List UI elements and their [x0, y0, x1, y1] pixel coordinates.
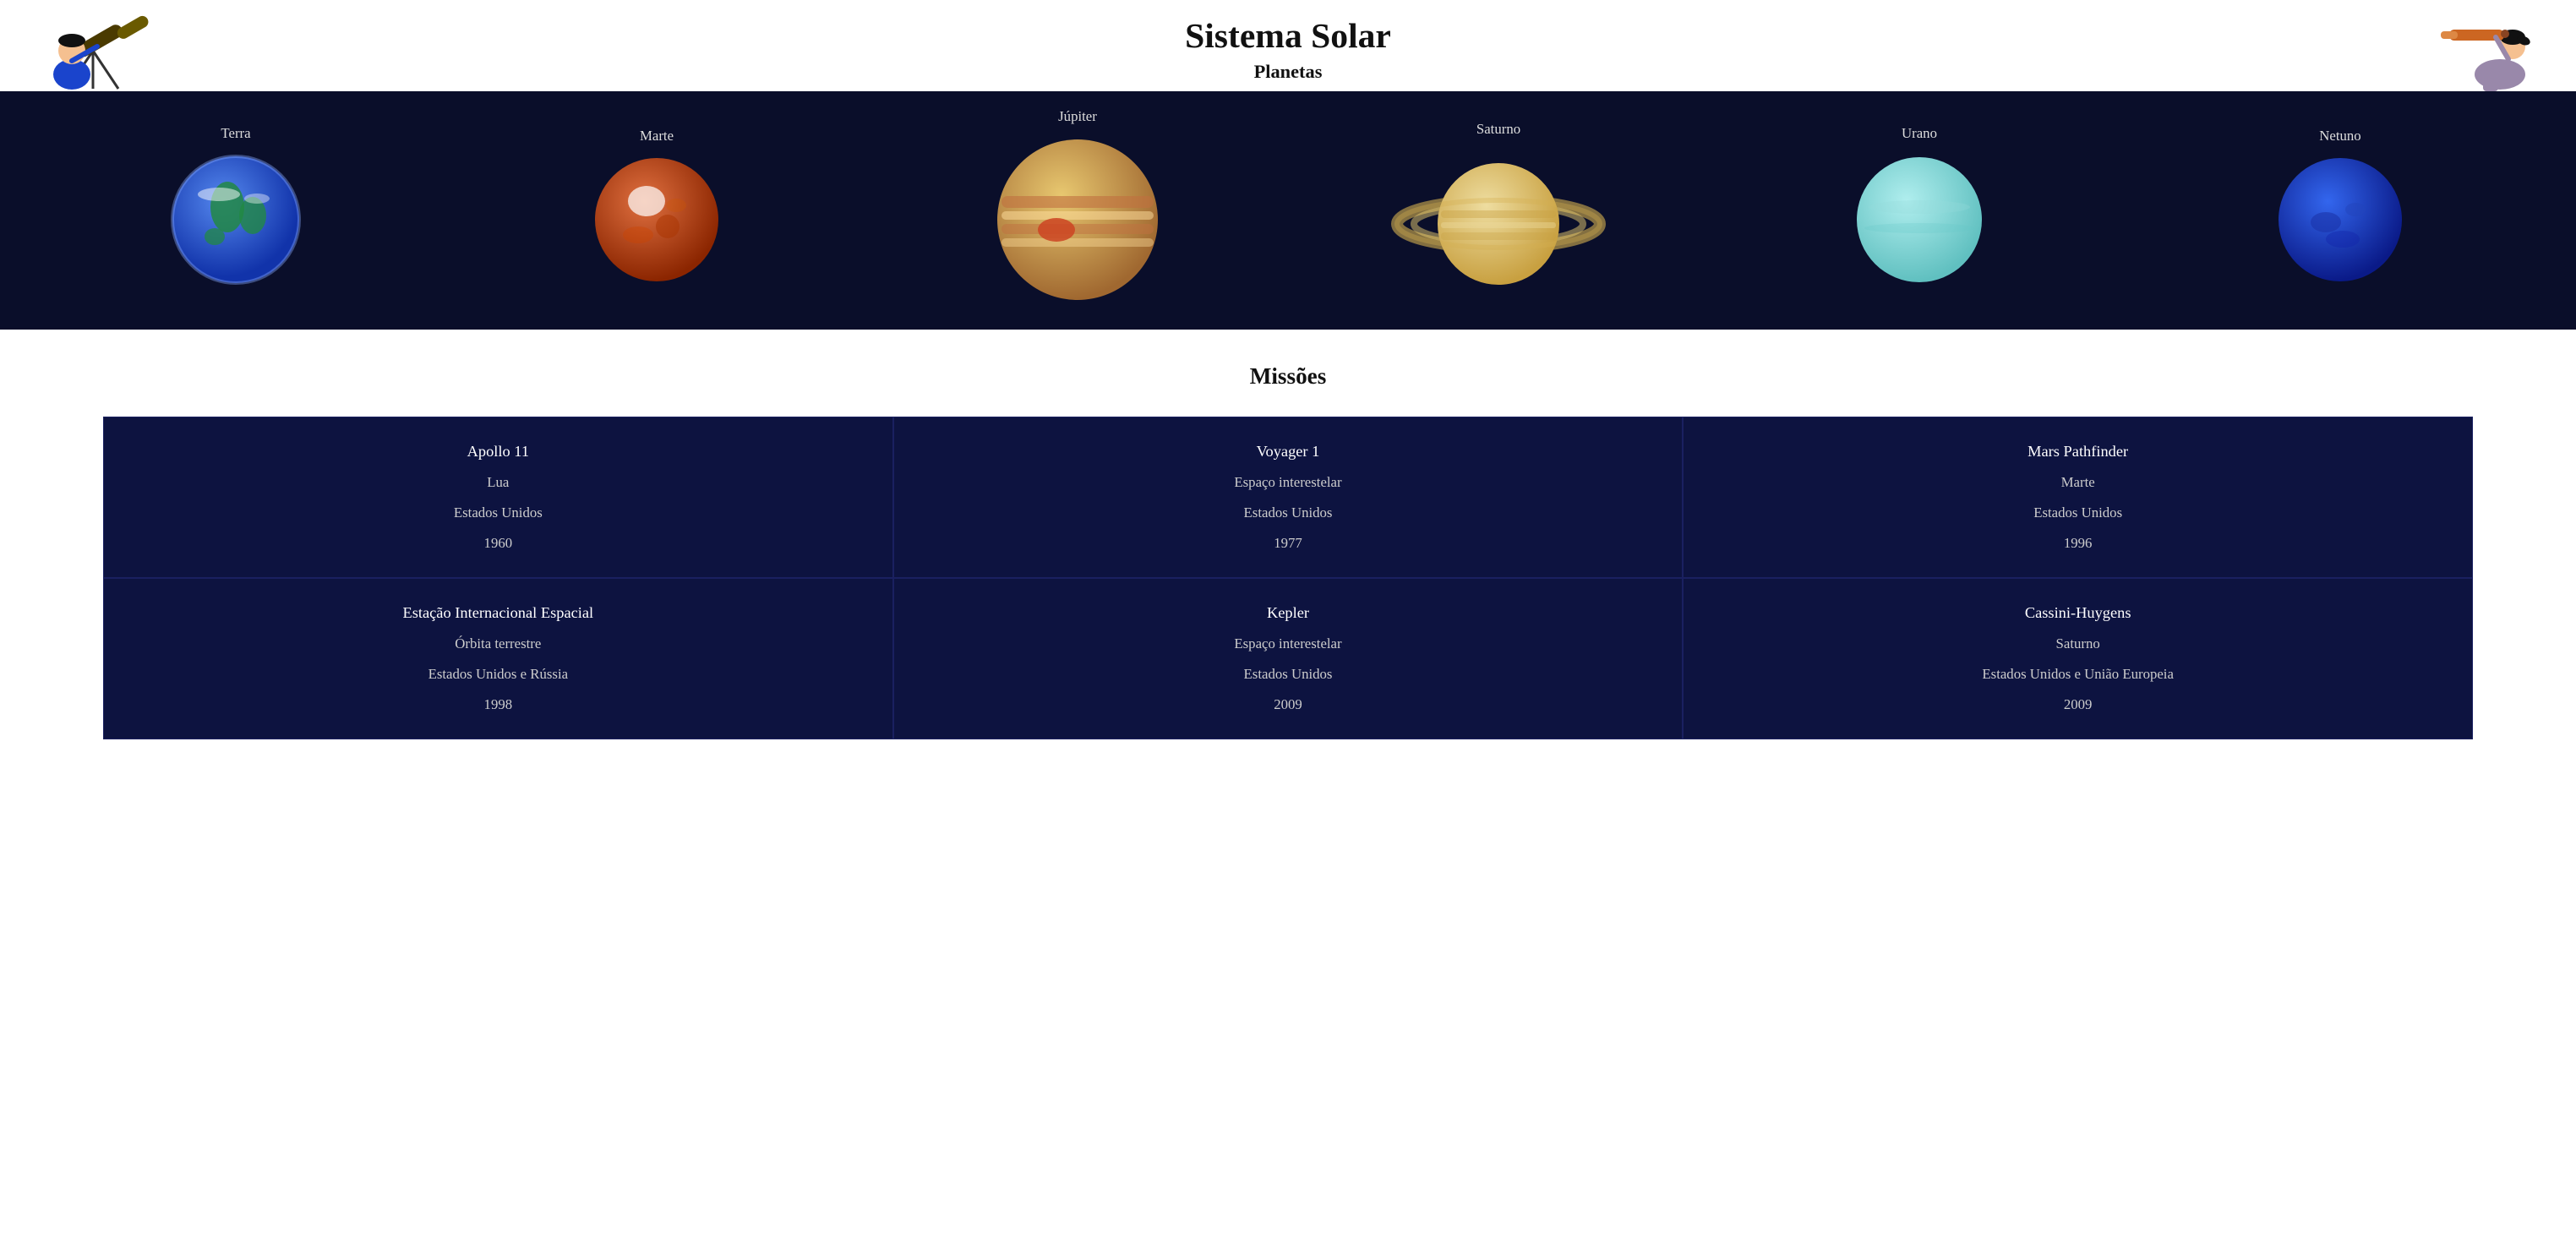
planet-item-terra[interactable]: Terra — [25, 125, 446, 287]
mission-destination: Espaço interestelar — [911, 635, 1666, 652]
planet-strip[interactable]: Terra Ma — [0, 91, 2576, 330]
planet-item-jupiter[interactable]: Júpiter — [867, 108, 1288, 304]
mission-card-4[interactable]: Kepler Espaço interestelar Estados Unido… — [893, 578, 1684, 739]
mission-name: Mars Pathfinder — [1700, 443, 2455, 461]
planet-item-marte[interactable]: Marte — [446, 128, 867, 286]
mission-year: 1996 — [1700, 535, 2455, 552]
mission-destination: Marte — [1700, 474, 2455, 491]
mission-country: Estados Unidos — [1700, 504, 2455, 521]
mission-year: 1960 — [121, 535, 876, 552]
missions-title: Missões — [101, 363, 2475, 390]
mission-country: Estados Unidos — [911, 666, 1666, 683]
planet-item-saturno[interactable]: Saturno — [1288, 121, 1709, 292]
mission-destination: Lua — [121, 474, 876, 491]
mission-year: 2009 — [1700, 696, 2455, 713]
mission-year: 1977 — [911, 535, 1666, 552]
missions-section: Missões Apollo 11 Lua Estados Unidos 196… — [0, 330, 2576, 775]
planet-item-urano[interactable]: Urano — [1709, 125, 2130, 287]
planet-list: Terra Ma — [0, 108, 2576, 304]
mission-card-5[interactable]: Cassini-Huygens Saturno Estados Unidos e… — [1683, 578, 2473, 739]
mission-name: Kepler — [911, 604, 1666, 622]
mission-country: Estados Unidos e União Europeia — [1700, 666, 2455, 683]
mission-name: Estação Internacional Espacial — [121, 604, 876, 622]
astronomer-left-illustration — [25, 0, 177, 93]
mission-card-3[interactable]: Estação Internacional Espacial Órbita te… — [103, 578, 893, 739]
page-subtitle: Planetas — [0, 61, 2576, 83]
mission-country: Estados Unidos — [911, 504, 1666, 521]
mission-name: Cassini-Huygens — [1700, 604, 2455, 622]
mission-year: 2009 — [911, 696, 1666, 713]
mission-card-1[interactable]: Voyager 1 Espaço interestelar Estados Un… — [893, 417, 1684, 578]
mission-destination: Espaço interestelar — [911, 474, 1666, 491]
mission-name: Apollo 11 — [121, 443, 876, 461]
mission-name: Voyager 1 — [911, 443, 1666, 461]
planet-name-urano: Urano — [1902, 125, 1937, 142]
planet-name-netuno: Netuno — [2319, 128, 2360, 144]
mission-destination: Saturno — [1700, 635, 2455, 652]
planet-name-saturno: Saturno — [1476, 121, 1520, 138]
astronomer-right-illustration — [2432, 0, 2551, 93]
mission-card-0[interactable]: Apollo 11 Lua Estados Unidos 1960 — [103, 417, 893, 578]
planet-item-netuno[interactable]: Netuno — [2130, 128, 2551, 286]
mission-country: Estados Unidos — [121, 504, 876, 521]
mission-card-2[interactable]: Mars Pathfinder Marte Estados Unidos 199… — [1683, 417, 2473, 578]
planet-name-terra: Terra — [221, 125, 250, 142]
mission-year: 1998 — [121, 696, 876, 713]
mission-destination: Órbita terrestre — [121, 635, 876, 652]
page-title: Sistema Solar — [0, 15, 2576, 56]
mission-country: Estados Unidos e Rússia — [121, 666, 876, 683]
planet-name-jupiter: Júpiter — [1058, 108, 1097, 125]
planet-name-marte: Marte — [640, 128, 674, 144]
missions-grid: Apollo 11 Lua Estados Unidos 1960 Voyage… — [101, 415, 2475, 741]
page-header: Sistema Solar Planetas — [0, 0, 2576, 91]
